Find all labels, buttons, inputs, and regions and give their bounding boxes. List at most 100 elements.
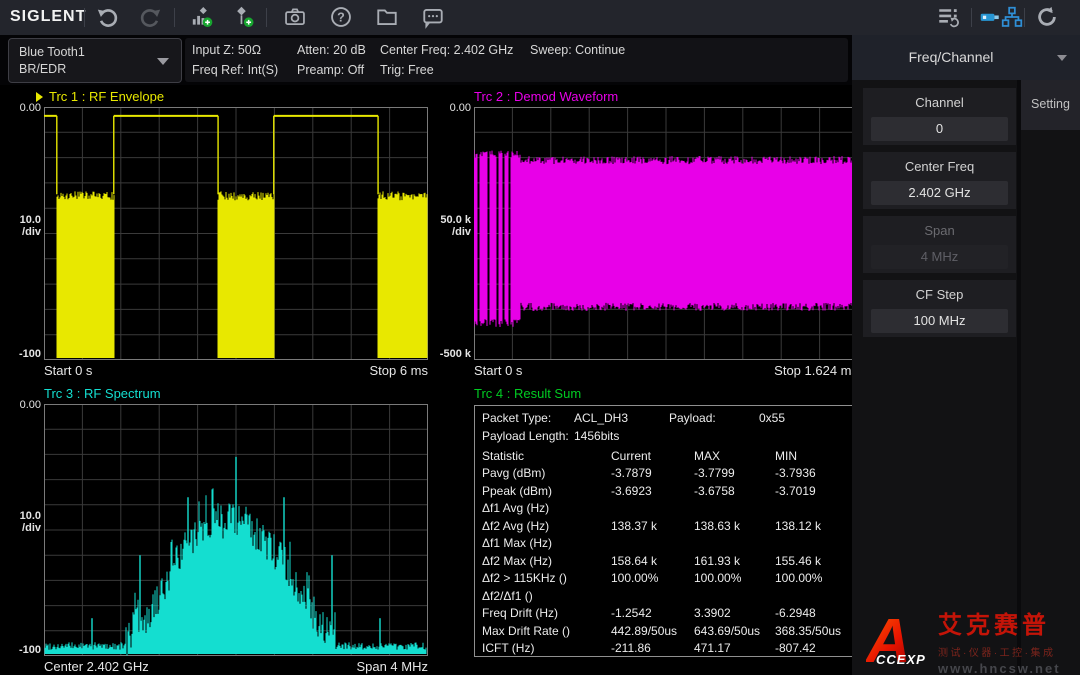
lan-icon[interactable] [999, 4, 1025, 30]
result-cell: -807.42 [775, 641, 816, 655]
toolbar: SIGLENT ? [0, 0, 1080, 35]
packet-type-value: ACL_DH3 [574, 411, 628, 425]
trc3-header: Trc 3 : RF Spectrum [44, 386, 161, 401]
result-cell: -3.7936 [775, 466, 816, 480]
status-trig: Trig: Free [380, 63, 434, 77]
demod-waveform-plot[interactable] [474, 107, 858, 365]
trc3-x-left: Center 2.402 GHz [44, 659, 149, 674]
trc3-y-top: 0.00 [0, 399, 41, 411]
peak-table-add-icon[interactable] [188, 4, 214, 30]
trc2-x-left: Start 0 s [474, 363, 522, 378]
result-cell: 138.37 k [611, 519, 657, 533]
trc2-y-top: 0.00 [428, 102, 471, 114]
result-cell: Δf2/Δf1 () [482, 589, 533, 603]
result-cell: 643.69/50us [694, 624, 760, 638]
center-freq-value: 2.402 GHz [871, 181, 1008, 205]
accexp-url: www.hncsw.net [938, 661, 1078, 675]
result-cell: 471.17 [694, 641, 731, 655]
system-menu-icon[interactable] [936, 4, 962, 30]
cf-step-value: 100 MHz [871, 309, 1008, 333]
result-header-row: StatisticCurrentMAXMIN [475, 449, 856, 466]
status-atten: Atten: 20 dB [297, 43, 366, 57]
result-cell: 158.64 k [611, 554, 657, 568]
toolbar-separator [971, 8, 972, 27]
mode-name: Blue Tooth1 [19, 45, 85, 59]
trc2-x-right: Stop 1.624 ms [674, 363, 858, 378]
payload-length-label: Payload Length: [482, 429, 569, 443]
result-cell: 3.3902 [694, 606, 731, 620]
trc3-y-bottom: -100 [0, 644, 41, 656]
siglent-logo: SIGLENT [10, 8, 86, 26]
accexp-brand-cn: 艾克赛普 [938, 605, 1078, 640]
rf-spectrum-plot[interactable] [44, 404, 428, 661]
span-value: 4 MHz [871, 245, 1008, 269]
menu-item-channel[interactable]: Channel 0 [863, 88, 1016, 145]
redo-icon[interactable] [138, 4, 164, 30]
chevron-down-icon [1057, 55, 1067, 61]
result-cell: 100.00% [611, 571, 658, 585]
result-cell: -211.86 [611, 641, 651, 655]
result-cell: Pavg (dBm) [482, 466, 545, 480]
status-summary: Input Z: 50Ω Freq Ref: Int(S) Atten: 20 … [185, 38, 848, 82]
result-cell: 100.00% [775, 571, 822, 585]
panel-divider [1017, 80, 1021, 675]
result-row: Δf2/Δf1 () [475, 589, 856, 606]
span-label: Span [863, 223, 1016, 238]
result-cell: MIN [775, 449, 797, 463]
result-cell: 368.35/50us [775, 624, 841, 638]
trc2-header: Trc 2 : Demod Waveform [474, 89, 618, 104]
result-cell: MAX [694, 449, 720, 463]
preset-icon[interactable] [1034, 4, 1060, 30]
marker-add-icon[interactable] [230, 4, 256, 30]
trc4-title: Trc 4 : Result Sum [474, 386, 581, 401]
trc1-y-div: 10.0 [0, 214, 41, 226]
result-cell: Δf2 > 115KHz () [482, 571, 567, 585]
result-cell: -3.7879 [611, 466, 652, 480]
result-row: Δf2 Avg (Hz)138.37 k138.63 k138.12 k [475, 519, 856, 536]
status-preamp: Preamp: Off [297, 63, 364, 77]
trc1-y-top: 0.00 [0, 102, 41, 114]
channel-value: 0 [871, 117, 1008, 141]
packet-type-label: Packet Type: [482, 411, 551, 425]
mode-selector[interactable]: Blue Tooth1 BR/EDR [8, 38, 182, 83]
tab-setting[interactable]: Setting [1021, 80, 1080, 130]
result-cell: -3.6758 [694, 484, 735, 498]
trc3-title: Trc 3 : RF Spectrum [44, 386, 161, 401]
result-cell: 138.63 k [694, 519, 740, 533]
function-menu-header[interactable]: Freq/Channel [852, 35, 1080, 80]
result-cell: Δf1 Avg (Hz) [482, 501, 549, 515]
toolbar-separator [174, 8, 175, 27]
chevron-down-icon [157, 58, 169, 65]
result-cell: Δf1 Max (Hz) [482, 536, 552, 550]
menu-item-cf-step[interactable]: CF Step 100 MHz [863, 280, 1016, 337]
trc3-y-div-unit: /div [0, 522, 41, 534]
app-window: SIGLENT ? [0, 0, 1080, 675]
result-cell: Freq Drift (Hz) [482, 606, 558, 620]
rf-envelope-plot[interactable] [44, 107, 428, 365]
trc2-title: Trc 2 : Demod Waveform [474, 89, 618, 104]
message-icon[interactable] [420, 4, 446, 30]
result-cell: -3.7019 [775, 484, 816, 498]
active-trace-indicator-icon [36, 92, 43, 102]
menu-item-span: Span 4 MHz [863, 216, 1016, 273]
result-cell: 161.93 k [694, 554, 740, 568]
toolbar-separator [266, 8, 267, 27]
status-bar: Blue Tooth1 BR/EDR Input Z: 50Ω Freq Ref… [0, 35, 862, 85]
trc1-x-left: Start 0 s [44, 363, 92, 378]
help-icon[interactable]: ? [328, 4, 354, 30]
result-cell: ICFT (Hz) [482, 641, 534, 655]
trc3-x-right: Span 4 MHz [244, 659, 428, 674]
trc1-y-div-unit: /div [0, 226, 41, 238]
camera-icon[interactable] [282, 4, 308, 30]
function-menu-title: Freq/Channel [852, 49, 1050, 65]
undo-icon[interactable] [94, 4, 120, 30]
result-cell: -3.7799 [694, 466, 735, 480]
status-center-freq: Center Freq: 2.402 GHz [380, 43, 513, 57]
status-freq-ref: Freq Ref: Int(S) [192, 63, 278, 77]
menu-item-center-freq[interactable]: Center Freq 2.402 GHz [863, 152, 1016, 209]
result-row: ICFT (Hz) -211.86 471.17 -807.42 [475, 641, 856, 658]
trc2-y-div-unit: /div [428, 226, 471, 238]
result-row: Δf2 > 115KHz ()100.00%100.00%100.00% [475, 571, 856, 588]
folder-icon[interactable] [374, 4, 400, 30]
toolbar-separator [1024, 8, 1025, 27]
